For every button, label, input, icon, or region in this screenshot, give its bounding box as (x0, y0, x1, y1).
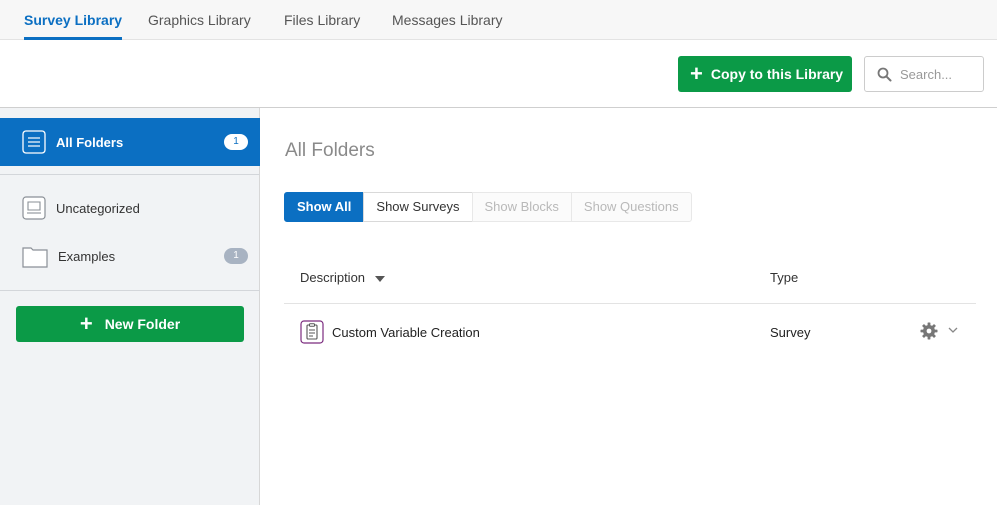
sidebar-item-examples[interactable]: Examples 1 (0, 236, 260, 276)
column-header-description[interactable]: Description (300, 270, 385, 285)
folder-count-badge: 1 (224, 248, 248, 264)
row-description[interactable]: Custom Variable Creation (332, 325, 480, 340)
tab-files-library[interactable]: Files Library (284, 0, 360, 40)
search-input[interactable] (900, 66, 980, 82)
search-icon (877, 67, 892, 81)
column-header-label: Type (770, 270, 799, 285)
sidebar-item-label: Examples (58, 248, 116, 264)
filter-show-surveys[interactable]: Show Surveys (363, 192, 473, 222)
folder-count-badge: 1 (224, 134, 248, 150)
toolbar: + Copy to this Library (0, 40, 997, 108)
plus-icon: + (79, 311, 93, 336)
sidebar-item-label: All Folders (56, 134, 124, 150)
copy-to-library-button[interactable]: + Copy to this Library (678, 56, 852, 92)
library-tab-bar: Survey Library Graphics Library Files Li… (0, 0, 997, 40)
tab-messages-library[interactable]: Messages Library (392, 0, 503, 40)
gear-icon[interactable] (920, 322, 938, 340)
sidebar-divider (0, 290, 260, 291)
sidebar-divider (0, 174, 260, 175)
sidebar-item-all-folders[interactable]: All Folders 1 (0, 118, 260, 166)
tab-survey-library[interactable]: Survey Library (24, 0, 123, 40)
row-type: Survey (770, 325, 811, 340)
copy-to-library-label: Copy to this Library (710, 66, 844, 82)
filter-show-blocks[interactable]: Show Blocks (471, 192, 572, 222)
folders-sidebar: All Folders 1 Uncategorized Examples 1 +… (0, 108, 260, 505)
plus-icon: + (690, 61, 703, 86)
column-header-type: Type (770, 270, 798, 285)
sidebar-item-label: Uncategorized (56, 200, 140, 216)
list-icon (22, 130, 46, 154)
sort-caret-down-icon (374, 275, 385, 282)
chevron-down-icon[interactable] (948, 326, 958, 334)
sidebar-item-uncategorized[interactable]: Uncategorized (0, 188, 260, 228)
survey-clipboard-icon (300, 320, 324, 344)
new-folder-button[interactable]: + New Folder (16, 306, 244, 342)
inbox-tray-icon (22, 196, 46, 220)
folder-icon (22, 247, 48, 268)
page-title: All Folders (285, 140, 375, 161)
column-header-label: Description (300, 270, 366, 285)
filter-show-all[interactable]: Show All (284, 192, 365, 222)
tab-graphics-library[interactable]: Graphics Library (148, 0, 251, 40)
filter-button-group: Show All Show Surveys Show Blocks Show Q… (284, 192, 692, 222)
table-row[interactable]: Custom Variable Creation Survey (284, 304, 976, 360)
search-box[interactable] (864, 56, 984, 92)
new-folder-label: New Folder (104, 316, 181, 332)
filter-show-questions[interactable]: Show Questions (570, 192, 692, 222)
